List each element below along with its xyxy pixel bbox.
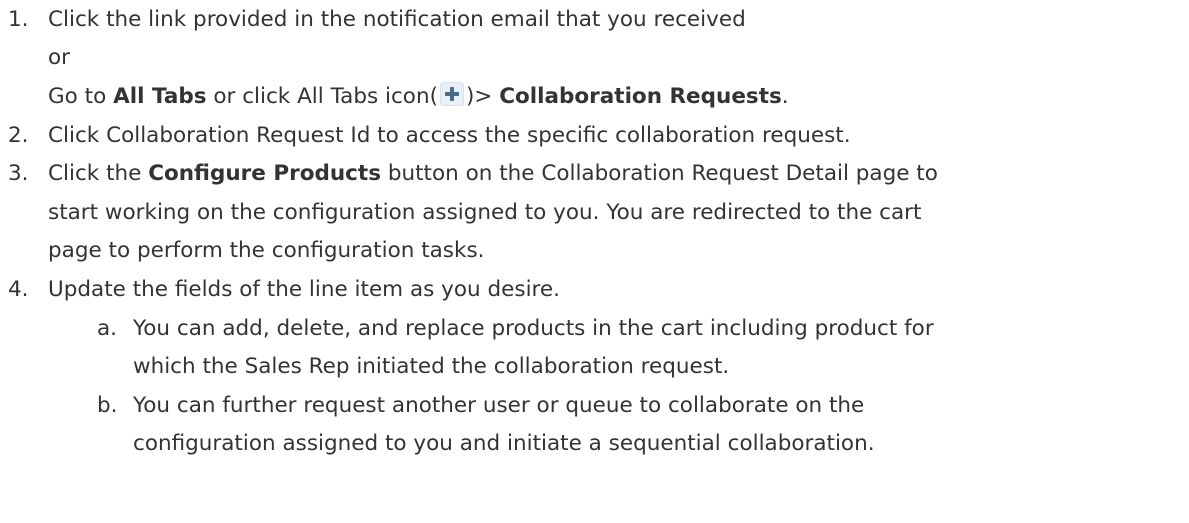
step-number: 2.: [8, 123, 29, 148]
step-number: 4.: [8, 277, 29, 302]
step-number: 3.: [8, 161, 29, 186]
step-text: Update the fields of the line item as yo…: [48, 277, 560, 302]
plus-icon: [439, 82, 464, 106]
substep-text: You can add, delete, and replace product…: [133, 316, 934, 341]
substep-letter: b.: [97, 393, 118, 418]
step-text: start working on the configuration assig…: [48, 200, 922, 225]
substep-text: You can further request another user or …: [133, 393, 865, 418]
step-text: Click the link provided in the notificat…: [48, 7, 746, 32]
step-text-rest: button on the Collaboration Request Deta…: [381, 161, 938, 186]
step-number: 1.: [8, 7, 29, 32]
substep-text: configuration assigned to you and initia…: [133, 431, 875, 456]
substep-letter: a.: [97, 316, 118, 341]
step-or-text: or: [48, 45, 70, 70]
step-text: page to perform the configuration tasks.: [48, 238, 485, 263]
step-text: Click the Configure Products button on t…: [48, 159, 938, 189]
goto-prefix: Go to: [48, 84, 114, 109]
configure-products-label: Configure Products: [148, 161, 381, 186]
goto-mid: or click All Tabs icon(: [206, 84, 438, 109]
collaboration-requests-label: Collaboration Requests: [499, 84, 782, 109]
substep-text: which the Sales Rep initiated the collab…: [133, 354, 730, 379]
goto-after-icon: )>: [465, 84, 500, 109]
step-text: Click Collaboration Request Id to access…: [48, 123, 851, 148]
step-goto-line: Go to All Tabs or click All Tabs icon( )>…: [48, 82, 789, 112]
all-tabs-label: All Tabs: [113, 84, 207, 109]
goto-end: .: [781, 84, 789, 109]
step-text-prefix: Click the: [48, 161, 149, 186]
